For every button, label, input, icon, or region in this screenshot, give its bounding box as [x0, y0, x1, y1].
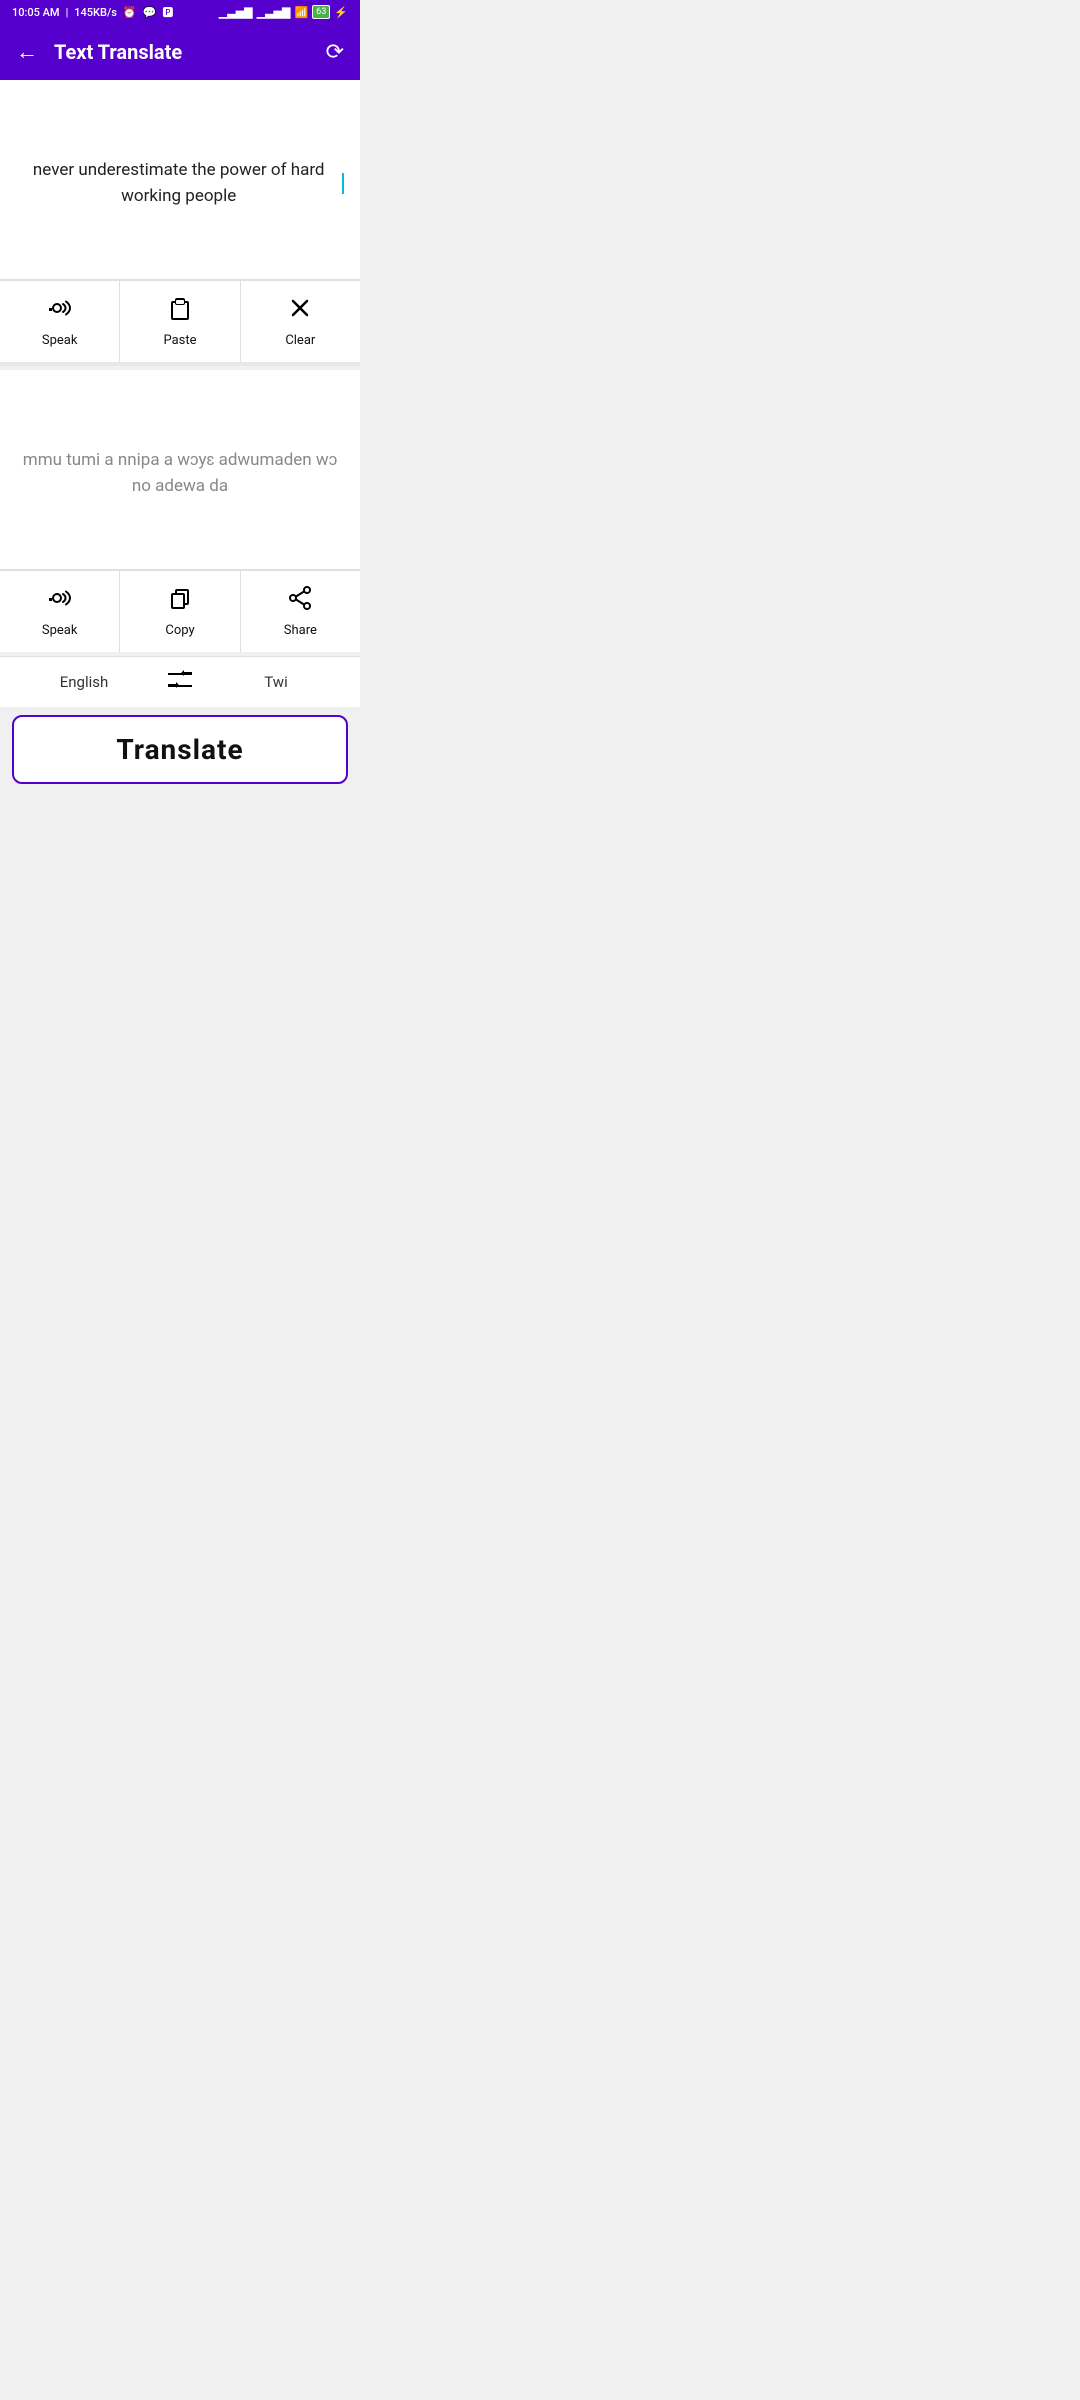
- whatsapp-icon: 💬: [143, 6, 157, 19]
- share-output-button[interactable]: Share: [241, 571, 360, 652]
- speak-input-label: Speak: [42, 333, 78, 348]
- status-left: 10:05 AM | 145KB/s ⏰ 💬 🅿: [12, 4, 173, 20]
- speak-output-button[interactable]: Speak: [0, 571, 120, 652]
- output-action-row: Speak Copy Share: [0, 570, 360, 652]
- wifi-icon: 📶: [294, 6, 308, 19]
- clear-input-button[interactable]: Clear: [241, 281, 360, 362]
- copy-output-icon: [167, 585, 193, 617]
- text-cursor: [342, 173, 344, 193]
- copy-output-button[interactable]: Copy: [120, 571, 240, 652]
- network-speed-value: 145KB/s: [74, 6, 117, 19]
- time: 10:05 AM: [12, 6, 60, 19]
- status-bar: 10:05 AM | 145KB/s ⏰ 💬 🅿 ▁▃▅▇ ▁▃▅▇ 📶 63 …: [0, 0, 360, 24]
- language-bar: English Twi: [0, 656, 360, 707]
- speak-input-button[interactable]: Speak: [0, 281, 120, 362]
- target-language-button[interactable]: Twi: [208, 667, 344, 697]
- status-right: ▁▃▅▇ ▁▃▅▇ 📶 63 ⚡: [219, 5, 348, 19]
- input-action-row: Speak Paste Clear: [0, 280, 360, 362]
- input-text-content: never underestimate the power of hard wo…: [16, 158, 341, 209]
- history-button[interactable]: ⟳: [326, 40, 344, 65]
- swap-languages-button[interactable]: [152, 668, 208, 697]
- protect-icon: 🅿: [162, 4, 173, 20]
- charging-icon: ⚡: [334, 6, 348, 19]
- output-panel: mmu tumi a nnipa a wɔyɛ adwumaden wɔ no …: [0, 370, 360, 570]
- battery: 63: [312, 5, 330, 19]
- app-header: ← Text Translate ⟳: [0, 24, 360, 80]
- panel-divider: [0, 362, 360, 366]
- speak-output-icon: [47, 585, 73, 617]
- share-output-icon: [287, 585, 313, 617]
- signal-icon-2: ▁▃▅▇: [257, 6, 291, 19]
- copy-output-label: Copy: [165, 623, 194, 638]
- alarm-icon: ⏰: [123, 6, 137, 19]
- source-language-button[interactable]: English: [16, 667, 152, 697]
- output-text-content: mmu tumi a nnipa a wɔyɛ adwumaden wɔ no …: [16, 448, 344, 499]
- speak-input-icon: [47, 295, 73, 327]
- input-text-area[interactable]: never underestimate the power of hard wo…: [16, 104, 344, 263]
- paste-input-label: Paste: [163, 333, 196, 348]
- output-text-area: mmu tumi a nnipa a wɔyɛ adwumaden wɔ no …: [16, 394, 344, 553]
- header-left: ← Text Translate: [16, 39, 182, 65]
- share-output-label: Share: [284, 623, 317, 638]
- paste-input-icon: [167, 295, 193, 327]
- network-speed: |: [66, 6, 69, 19]
- clear-input-label: Clear: [285, 333, 315, 348]
- translate-button[interactable]: Translate: [12, 715, 348, 784]
- signal-icon: ▁▃▅▇: [219, 6, 253, 19]
- speak-output-label: Speak: [42, 623, 78, 638]
- input-panel: never underestimate the power of hard wo…: [0, 80, 360, 280]
- clear-input-icon: [287, 295, 313, 327]
- paste-input-button[interactable]: Paste: [120, 281, 240, 362]
- back-button[interactable]: ←: [16, 39, 38, 65]
- page-title: Text Translate: [54, 40, 182, 64]
